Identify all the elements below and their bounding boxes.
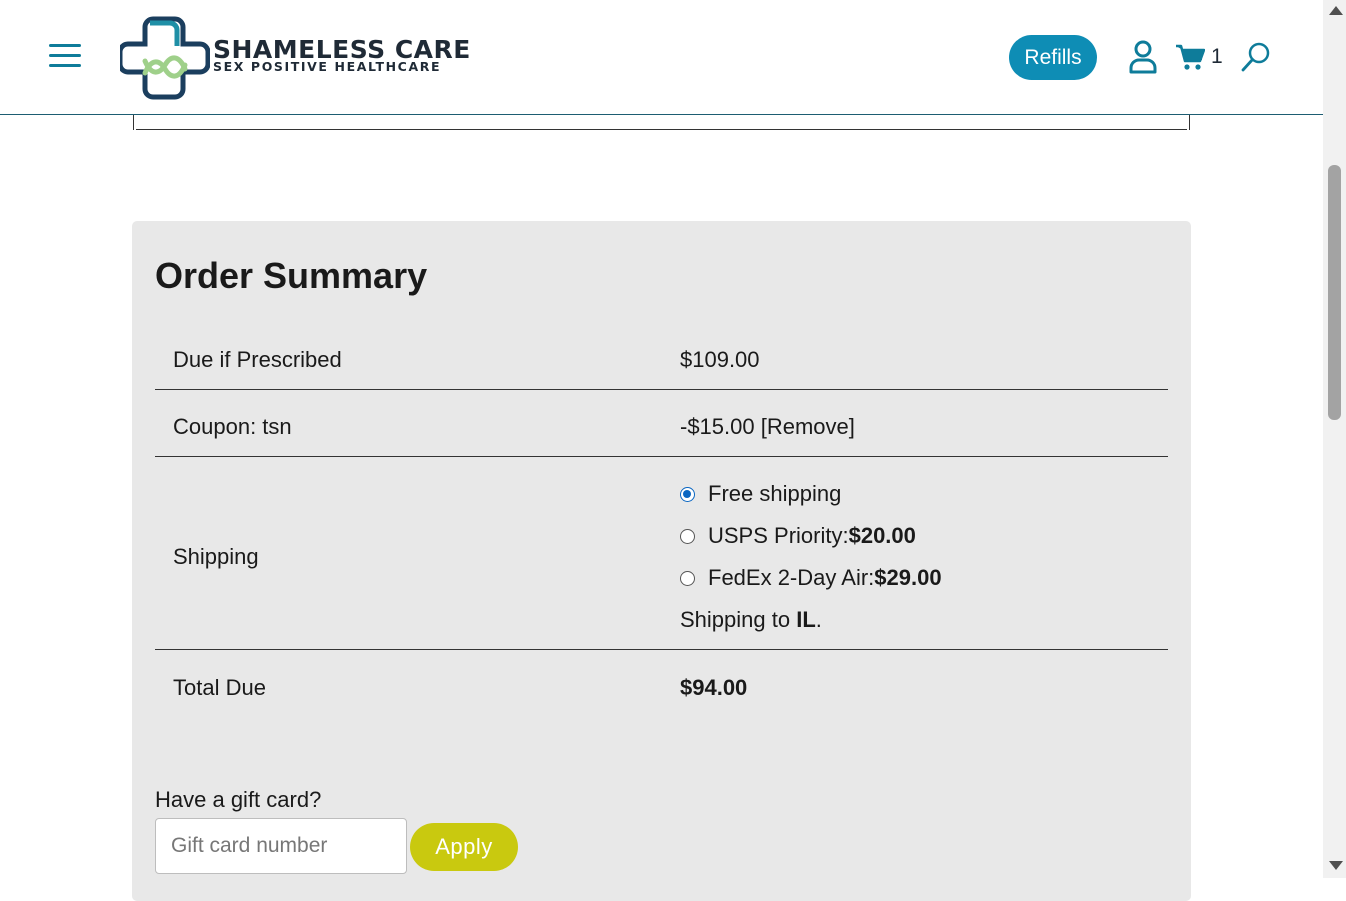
remove-coupon-link[interactable]: [Remove] (761, 414, 855, 439)
coupon-amount: -$15.00 (680, 414, 755, 439)
brand-tagline: SEX POSITIVE HEALTHCARE (213, 59, 442, 74)
shipping-option-name: Free shipping (708, 481, 842, 506)
due-row: Due if Prescribed $109.00 (155, 337, 1168, 390)
scrollbar-thumb[interactable] (1328, 165, 1341, 420)
shipping-option-usps[interactable]: USPS Priority: $20.00 (680, 523, 916, 549)
apply-gift-card-button[interactable]: Apply (410, 823, 518, 871)
page-scrollbar[interactable] (1323, 0, 1346, 878)
coupon-label: Coupon: tsn (173, 414, 292, 439)
shipping-option-fedex[interactable]: FedEx 2-Day Air: $29.00 (680, 565, 942, 591)
shipping-option-free[interactable]: Free shipping (680, 481, 841, 507)
shipping-option-name: USPS Priority: (708, 523, 849, 548)
due-label: Due if Prescribed (173, 347, 342, 372)
total-label: Total Due (173, 675, 266, 700)
cart-count[interactable]: 1 (1211, 45, 1223, 69)
refills-button[interactable]: Refills (1009, 35, 1097, 80)
shipping-destination-state: IL (796, 607, 816, 632)
coupon-row: Coupon: tsn -$15.00 [Remove] (155, 390, 1168, 457)
cart-icon[interactable] (1175, 43, 1205, 71)
total-value: $94.00 (680, 675, 748, 700)
shipping-radio-usps[interactable] (680, 528, 695, 544)
shipping-option-price: $20.00 (848, 523, 916, 548)
order-summary-title: Order Summary (155, 255, 428, 296)
shipping-radio-fedex[interactable] (680, 570, 695, 586)
order-summary-panel: Order Summary Due if Prescribed $109.00 … (132, 221, 1191, 901)
total-row: Total Due $94.00 (155, 650, 1168, 710)
hamburger-menu-icon[interactable] (49, 44, 81, 68)
site-logo[interactable]: SHAMELESS CARE SEX POSITIVE HEALTHCARE (120, 13, 470, 101)
shipping-destination-prefix: Shipping to (680, 607, 797, 632)
previous-section-frame (133, 114, 1190, 130)
coupon-value: -$15.00 [Remove] (680, 414, 855, 440)
user-icon[interactable] (1128, 40, 1158, 74)
divider (136, 129, 1187, 130)
scroll-down-arrow-icon[interactable] (1329, 861, 1343, 870)
search-icon[interactable] (1240, 41, 1272, 73)
scroll-up-arrow-icon[interactable] (1329, 6, 1343, 15)
shipping-option-price: $29.00 (874, 565, 942, 590)
due-value: $109.00 (680, 347, 760, 372)
shipping-radio-free[interactable] (680, 486, 695, 502)
shipping-row: Shipping Free shipping USPS Priority: $2… (155, 457, 1168, 650)
logo-cross-icon (120, 16, 210, 100)
shipping-option-name: FedEx 2-Day Air: (708, 565, 875, 590)
gift-card-label: Have a gift card? (155, 787, 322, 812)
shipping-destination: Shipping to IL. (680, 607, 822, 633)
shipping-destination-suffix: . (815, 607, 822, 632)
shipping-label: Shipping (173, 544, 259, 569)
gift-card-input[interactable] (155, 818, 407, 874)
site-header: SHAMELESS CARE SEX POSITIVE HEALTHCARE R… (0, 0, 1323, 115)
